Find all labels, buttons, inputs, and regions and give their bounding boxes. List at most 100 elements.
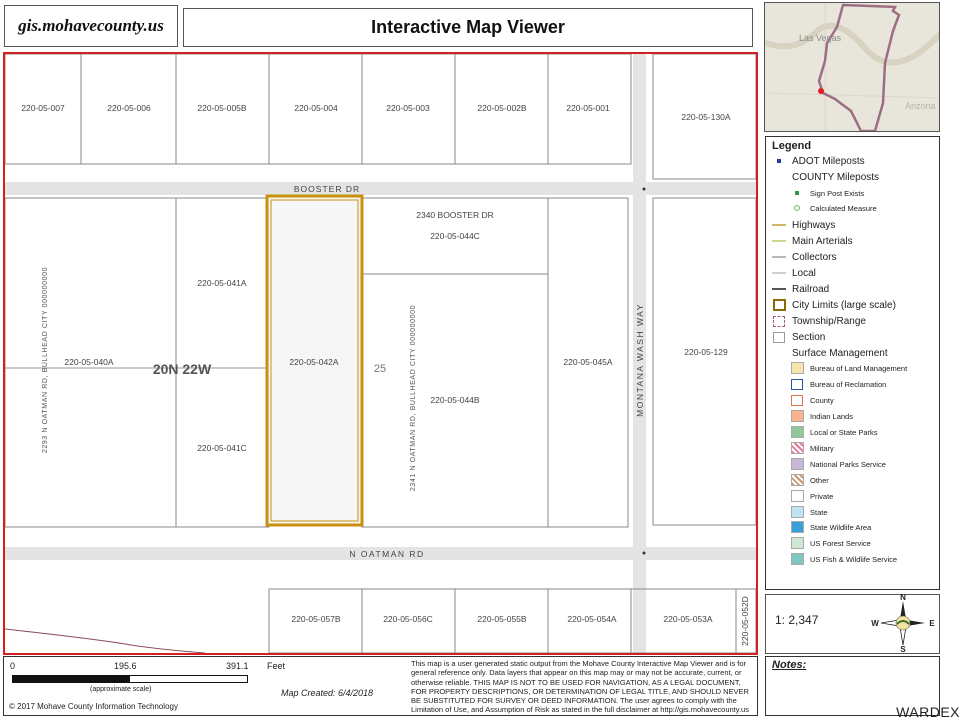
legend-item: National Parks Service <box>770 457 886 471</box>
parcel-label[interactable]: 220-05-001 <box>566 103 610 113</box>
parcel-label[interactable]: 220-05-054A <box>567 614 616 624</box>
legend-title: Legend <box>772 140 812 152</box>
section-number-label: 25 <box>374 363 386 375</box>
notes-label: Notes: <box>772 659 807 671</box>
legend-symbol-icon <box>770 155 788 167</box>
legend-symbol-icon <box>770 283 788 295</box>
township-range-label: 20N 22W <box>153 361 212 377</box>
scale-tick-1: 195.6 <box>114 661 137 671</box>
label-oatman-2293: 2293 N OATMAN RD, BULLHEAD CITY 00000000… <box>42 267 49 453</box>
disclaimer-line: BE SUBSTITUTED FOR SURVEY OR DEED INFORM… <box>411 696 737 706</box>
label-montana-wash-way: MONTANA WASH WAY <box>635 303 645 417</box>
legend-symbol-icon <box>770 299 788 311</box>
parcel-label[interactable]: 220-05-053A <box>663 614 712 624</box>
legend-symbol-icon <box>770 251 788 263</box>
legend-symbol-icon <box>788 506 806 518</box>
legend-item: Railroad <box>770 282 829 296</box>
parcel-label[interactable]: 220-05-005B <box>197 103 246 113</box>
legend-item: Local <box>770 266 816 280</box>
legend-item: Main Arterials <box>770 234 853 248</box>
legend-item: Calculated Measure <box>770 201 877 215</box>
parcel-label[interactable]: 220-05-042A <box>289 357 338 367</box>
legend-panel: Legend ADOT Mileposts COUNTY Mileposts Sig… <box>765 136 940 590</box>
label-booster-dr: BOOSTER DR <box>294 184 360 194</box>
scale-approx-note: (approximate scale) <box>90 686 152 693</box>
parcel-label[interactable]: 220-05-044B <box>430 395 479 405</box>
legend-item: Section <box>770 330 825 344</box>
inset-map-graphic: Las Vegas Arizona <box>765 3 939 131</box>
legend-item: COUNTY Mileposts <box>770 170 879 184</box>
legend-item: Private <box>770 489 833 503</box>
legend-symbol-icon <box>788 537 806 549</box>
map-canvas[interactable]: BOOSTER DR N OATMAN RD MONTANA WASH WAY … <box>5 54 756 653</box>
legend-item: Surface Management <box>770 346 888 360</box>
disclaimer-line: general reference only. Data layers that… <box>411 668 742 678</box>
legend-item-label: Local or State Parks <box>810 427 878 437</box>
legend-item: Bureau of Reclamation <box>770 377 886 391</box>
legend-item-label: County <box>810 395 834 405</box>
legend-item-label: Calculated Measure <box>810 203 877 213</box>
legend-symbol-icon <box>788 474 806 486</box>
scale-bar <box>12 675 248 683</box>
legend-item-label: Local <box>792 267 816 279</box>
legend-item: US Fish & Wildlife Service <box>770 552 897 566</box>
legend-item: Sign Post Exists <box>770 186 864 200</box>
copyright-text: © 2017 Mohave County Information Technol… <box>9 702 178 711</box>
legend-item: Military <box>770 441 834 455</box>
parcel-label[interactable]: 220-05-004 <box>294 103 338 113</box>
legend-symbol-icon <box>788 426 806 438</box>
disclaimer-line: FOR PROPERTY DESCRIPTIONS, OR DETERMINAT… <box>411 686 749 696</box>
inset-city-label: Las Vegas <box>799 33 842 43</box>
compass-w: W <box>871 619 879 628</box>
parcel-label[interactable]: 220-05-056C <box>383 614 433 624</box>
scale-ratio: 1: 2,347 <box>775 613 819 627</box>
legend-item-label: State Wildlife Area <box>810 522 872 532</box>
parcel-label[interactable]: 220-05-006 <box>107 103 151 113</box>
parcel-label[interactable]: 220-05-044C <box>430 231 480 241</box>
parcel-label[interactable]: 220-05-129 <box>684 347 728 357</box>
disclaimer-line: otherwise reliable. THIS MAP IS NOT TO B… <box>411 677 741 687</box>
parcel-label[interactable]: 220-05-055B <box>477 614 526 624</box>
legend-symbol-icon <box>788 490 806 502</box>
legend-item: State <box>770 505 828 519</box>
legend-symbol-icon <box>770 235 788 247</box>
parcel-label[interactable]: 220-05-040A <box>64 357 113 367</box>
parcel-label[interactable]: 220-05-002B <box>477 103 526 113</box>
legend-symbol-icon <box>788 378 806 390</box>
legend-item-label: City Limits (large scale) <box>792 299 896 311</box>
legend-symbol-icon <box>788 187 806 199</box>
legend-item: Bureau of Land Management <box>770 361 907 375</box>
parcel-label[interactable]: 220-05-130A <box>681 112 730 122</box>
legend-symbol-icon <box>770 171 788 183</box>
scale-tick-2: 391.1 <box>226 661 249 671</box>
site-url[interactable]: gis.mohavecounty.us <box>4 5 178 47</box>
compass-rose-icon: N S E W <box>871 593 935 653</box>
parcel-label[interactable]: 220-05-003 <box>386 103 430 113</box>
legend-item-label: COUNTY Mileposts <box>792 171 880 183</box>
milepost-marker <box>642 187 646 191</box>
page-title: Interactive Map Viewer <box>183 8 753 47</box>
inset-locator-map: Las Vegas Arizona <box>764 2 940 132</box>
parcel-label[interactable]: 220-05-007 <box>21 103 65 113</box>
legend-symbol-icon <box>788 521 806 533</box>
label-oatman-2341: 2341 N OATMAN RD, BULLHEAD CITY 00000000… <box>410 305 417 491</box>
legend-symbol-icon <box>788 394 806 406</box>
parcel-label[interactable]: 220-05-045A <box>563 357 612 367</box>
legend-item: City Limits (large scale) <box>770 298 896 312</box>
parcel-label[interactable]: 220-05-041A <box>197 278 246 288</box>
legend-item-label: Main Arterials <box>792 235 853 247</box>
legend-item-label: Private <box>810 491 834 501</box>
disclaimer-line: Limitation of Use, and Assumption of Ris… <box>411 705 749 715</box>
label-n-oatman-rd: N OATMAN RD <box>349 549 424 559</box>
watermark-text: WARDEX <box>896 704 960 720</box>
milepost-marker <box>642 551 646 555</box>
parcel-label[interactable]: 220-05-057B <box>291 614 340 624</box>
legend-symbol-icon <box>770 267 788 279</box>
parcel-label[interactable]: 220-05-041C <box>197 443 247 453</box>
legend-item: Collectors <box>770 250 836 264</box>
legend-symbol-icon <box>788 553 806 565</box>
legend-item-label: US Forest Service <box>810 538 871 548</box>
parcel-label[interactable]: 220-05-052D <box>740 596 750 646</box>
main-map[interactable]: BOOSTER DR N OATMAN RD MONTANA WASH WAY … <box>3 52 758 655</box>
legend-item-label: State <box>810 507 828 517</box>
